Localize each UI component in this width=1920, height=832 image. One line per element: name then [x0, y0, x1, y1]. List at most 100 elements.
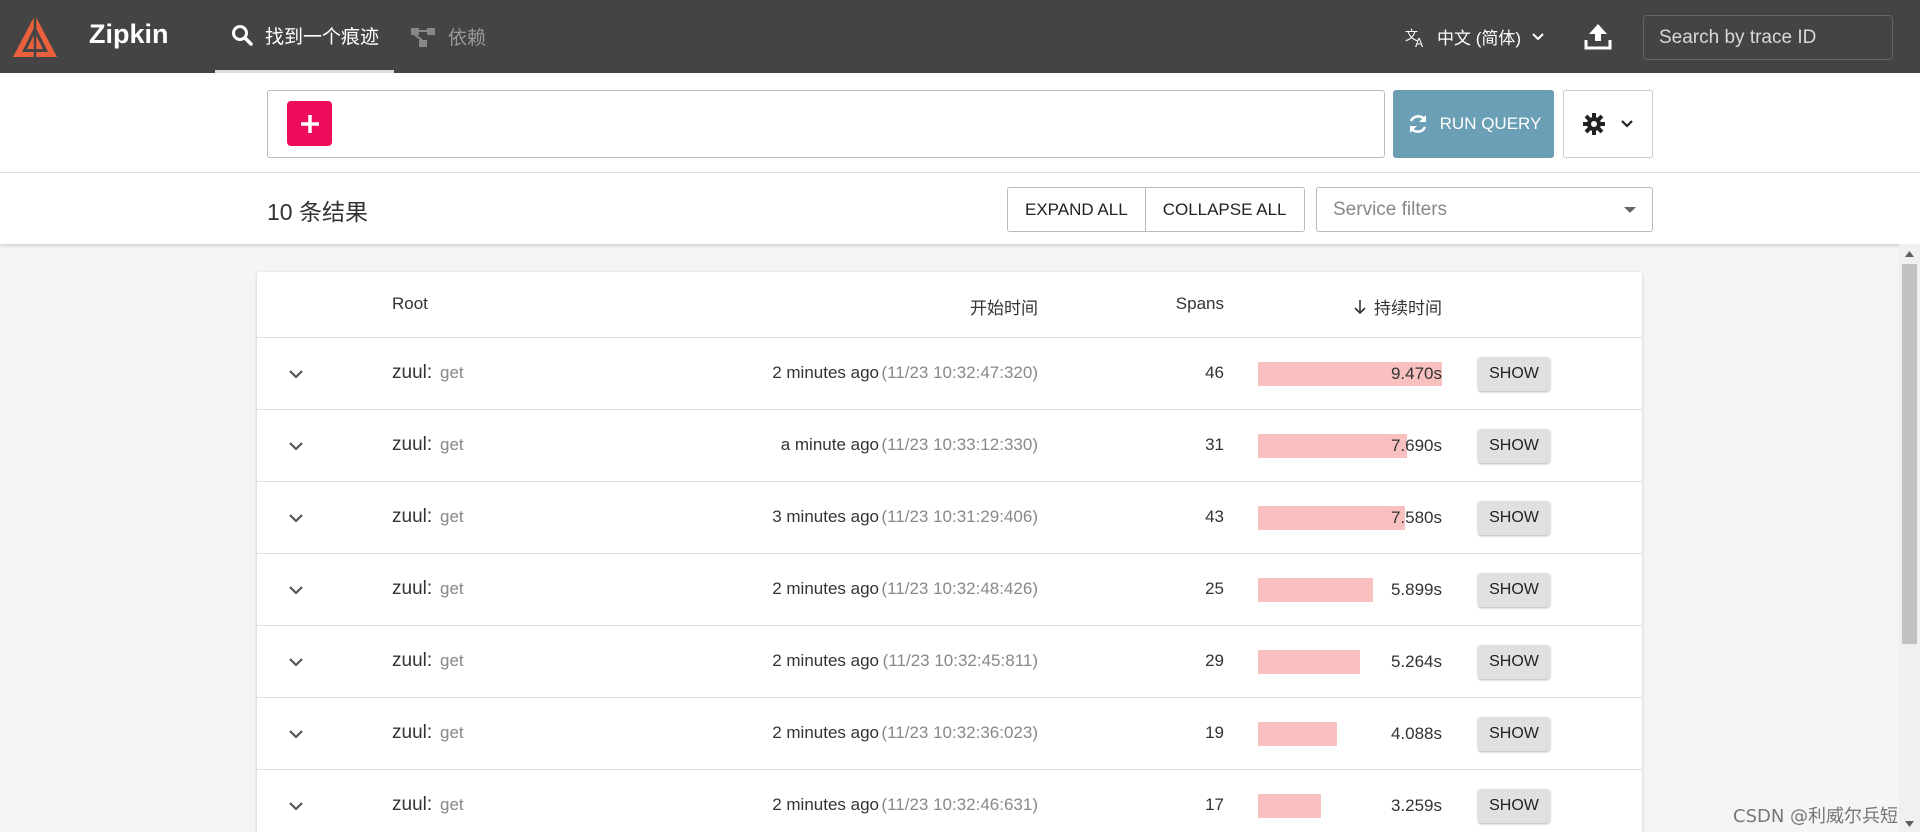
- expand-row-chevron-icon[interactable]: [284, 578, 308, 602]
- trace-id-search-input[interactable]: [1643, 15, 1893, 60]
- root-operation: get: [440, 795, 464, 814]
- start-time-relative: 2 minutes ago: [772, 363, 879, 382]
- language-selector[interactable]: 文 A 中文 (简体): [1405, 0, 1545, 73]
- tab-dependencies[interactable]: 依赖: [410, 0, 486, 73]
- plus-icon: [300, 114, 319, 133]
- trace-table: Root 开始时间 Spans 持续时间 zuul: get 2 minutes…: [257, 272, 1642, 832]
- header-spans[interactable]: Spans: [1176, 294, 1224, 314]
- header-root[interactable]: Root: [392, 294, 428, 314]
- root-operation: get: [440, 507, 464, 526]
- start-time-absolute: (11/23 10:32:47:320): [881, 363, 1038, 382]
- duration-bar: [1258, 794, 1322, 818]
- chevron-down-icon: [1621, 120, 1633, 128]
- span-count: 43: [1205, 507, 1224, 526]
- service-filters-select[interactable]: Service filters: [1316, 187, 1653, 232]
- show-trace-button[interactable]: SHOW: [1478, 717, 1550, 751]
- expand-row-chevron-icon[interactable]: [284, 434, 308, 458]
- show-trace-button[interactable]: SHOW: [1478, 501, 1550, 535]
- start-time-relative: 2 minutes ago: [772, 579, 879, 598]
- query-bar: RUN QUERY: [0, 73, 1920, 173]
- table-row[interactable]: zuul: get 2 minutes ago (11/23 10:32:36:…: [257, 698, 1642, 770]
- scroll-up-arrow-icon[interactable]: [1899, 248, 1920, 260]
- table-row[interactable]: zuul: get 2 minutes ago (11/23 10:32:47:…: [257, 338, 1642, 410]
- start-time-relative: a minute ago: [780, 435, 879, 454]
- page-scrollbar[interactable]: [1899, 244, 1920, 832]
- start-time-relative: 2 minutes ago: [772, 795, 879, 814]
- settings-menu-button[interactable]: [1563, 90, 1653, 158]
- header-duration-label: 持续时间: [1374, 299, 1442, 318]
- expand-row-chevron-icon[interactable]: [284, 722, 308, 746]
- duration-bar: [1258, 506, 1406, 530]
- gear-icon: [1583, 113, 1605, 135]
- root-service: zuul:: [392, 506, 433, 527]
- span-count: 31: [1205, 435, 1224, 454]
- root-service: zuul:: [392, 794, 433, 815]
- table-row[interactable]: zuul: get 2 minutes ago (11/23 10:32:45:…: [257, 626, 1642, 698]
- show-trace-button[interactable]: SHOW: [1478, 573, 1550, 607]
- table-row[interactable]: zuul: get 2 minutes ago (11/23 10:32:48:…: [257, 554, 1642, 626]
- duration-value: 5.264s: [1390, 652, 1442, 671]
- root-service: zuul:: [392, 578, 433, 599]
- show-trace-button[interactable]: SHOW: [1478, 357, 1550, 391]
- expand-row-chevron-icon[interactable]: [284, 794, 308, 818]
- dropdown-caret-icon: [1624, 206, 1636, 213]
- span-count: 25: [1205, 579, 1224, 598]
- show-trace-button[interactable]: SHOW: [1478, 429, 1550, 463]
- duration-value: 7.690s: [1390, 436, 1442, 455]
- header-start-time[interactable]: 开始时间: [970, 294, 1038, 319]
- root-operation: get: [440, 651, 464, 670]
- scrollbar-thumb[interactable]: [1902, 264, 1917, 644]
- tab-dependencies-label: 依赖: [448, 28, 487, 49]
- duration-cell: 4.088s: [1258, 722, 1442, 746]
- brand-title[interactable]: Zipkin: [89, 19, 169, 50]
- table-row[interactable]: zuul: get a minute ago (11/23 10:33:12:3…: [257, 410, 1642, 482]
- span-count: 19: [1205, 723, 1224, 742]
- expand-all-button[interactable]: EXPAND ALL: [1008, 188, 1145, 231]
- expand-row-chevron-icon[interactable]: [284, 362, 308, 386]
- show-trace-button[interactable]: SHOW: [1478, 645, 1550, 679]
- root-operation: get: [440, 435, 464, 454]
- top-navbar: Zipkin 找到一个痕迹 依赖 文 A 中文 (简体): [0, 0, 1920, 73]
- result-count: 10 条结果: [267, 199, 368, 225]
- table-row[interactable]: zuul: get 3 minutes ago (11/23 10:31:29:…: [257, 482, 1642, 554]
- start-time-absolute: (11/23 10:32:36:023): [881, 723, 1038, 742]
- svg-text:A: A: [1415, 36, 1424, 48]
- duration-cell: 5.264s: [1258, 650, 1442, 674]
- upload-icon[interactable]: [1583, 21, 1613, 51]
- start-time-relative: 3 minutes ago: [772, 507, 879, 526]
- expand-row-chevron-icon[interactable]: [284, 506, 308, 530]
- dependencies-icon: [411, 27, 435, 47]
- table-row[interactable]: zuul: get 2 minutes ago (11/23 10:32:46:…: [257, 770, 1642, 832]
- results-toolbar: 10 条结果 EXPAND ALL COLLAPSE ALL Service f…: [0, 173, 1920, 244]
- service-filters-placeholder: Service filters: [1333, 198, 1448, 220]
- run-query-label: RUN QUERY: [1439, 114, 1542, 133]
- duration-cell: 7.580s: [1258, 506, 1442, 530]
- duration-cell: 3.259s: [1258, 794, 1442, 818]
- start-time-absolute: (11/23 10:32:46:631): [881, 795, 1038, 814]
- add-criteria-button[interactable]: [287, 101, 332, 146]
- span-count: 29: [1205, 651, 1224, 670]
- language-label: 中文 (简体): [1437, 29, 1522, 48]
- expand-row-chevron-icon[interactable]: [284, 650, 308, 674]
- query-criteria-input[interactable]: [267, 90, 1385, 158]
- root-service: zuul:: [392, 434, 433, 455]
- duration-value: 5.899s: [1390, 580, 1442, 599]
- tab-find-trace-label: 找到一个痕迹: [265, 26, 380, 48]
- span-count: 46: [1205, 363, 1224, 382]
- header-duration[interactable]: 持续时间: [1354, 294, 1442, 319]
- show-trace-button[interactable]: SHOW: [1478, 789, 1550, 823]
- span-count: 17: [1205, 795, 1224, 814]
- start-time-absolute: (11/23 10:32:48:426): [881, 579, 1038, 598]
- start-time-absolute: (11/23 10:32:45:811): [882, 651, 1038, 670]
- scroll-down-arrow-icon[interactable]: [1899, 818, 1920, 830]
- root-service: zuul:: [392, 650, 433, 671]
- root-service: zuul:: [392, 362, 433, 383]
- search-icon: [232, 25, 253, 46]
- duration-value: 3.259s: [1390, 796, 1442, 815]
- zipkin-logo-icon[interactable]: [10, 12, 60, 62]
- tab-find-trace[interactable]: 找到一个痕迹: [215, 0, 394, 73]
- run-query-button[interactable]: RUN QUERY: [1393, 90, 1554, 158]
- collapse-all-button[interactable]: COLLAPSE ALL: [1144, 188, 1304, 231]
- duration-value: 9.470s: [1390, 364, 1442, 383]
- duration-bar: [1258, 578, 1373, 602]
